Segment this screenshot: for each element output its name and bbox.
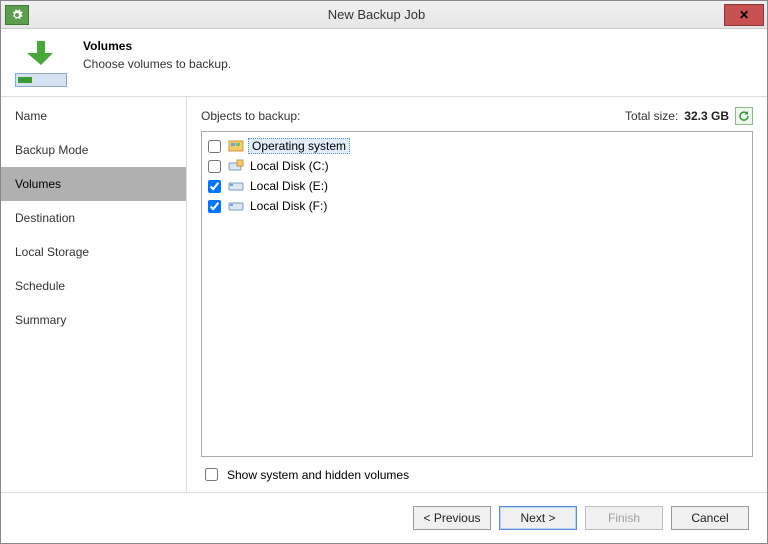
list-item[interactable]: Local Disk (E:)	[208, 176, 746, 196]
previous-button[interactable]: < Previous	[413, 506, 491, 530]
cancel-button[interactable]: Cancel	[671, 506, 749, 530]
disk-icon	[228, 198, 244, 214]
gear-icon[interactable]	[5, 5, 29, 25]
list-item[interactable]: Local Disk (C:)	[208, 156, 746, 176]
volume-label: Local Disk (C:)	[248, 159, 331, 173]
wizard-footer: < Previous Next > Finish Cancel	[1, 493, 767, 543]
total-size-value: 32.3 GB	[684, 109, 729, 123]
objects-label: Objects to backup:	[201, 109, 625, 123]
wizard-steps-sidebar: Name Backup Mode Volumes Destination Loc…	[1, 97, 187, 492]
sidebar-item-local-storage[interactable]: Local Storage	[1, 235, 186, 269]
volumes-list[interactable]: Operating system Local Disk (C:) Local D…	[201, 131, 753, 457]
volume-checkbox[interactable]	[208, 160, 221, 173]
volume-checkbox[interactable]	[208, 180, 221, 193]
window-title: New Backup Job	[29, 7, 724, 22]
disk-icon	[228, 178, 244, 194]
volume-label: Local Disk (E:)	[248, 179, 330, 193]
main-panel: Objects to backup: Total size: 32.3 GB O…	[187, 97, 767, 492]
volume-checkbox[interactable]	[208, 140, 221, 153]
total-size-label: Total size:	[625, 109, 678, 123]
next-button[interactable]: Next >	[499, 506, 577, 530]
wizard-header: Volumes Choose volumes to backup.	[1, 29, 767, 97]
show-hidden-checkbox[interactable]	[205, 468, 218, 481]
close-icon[interactable]: ✕	[724, 4, 764, 26]
sidebar-item-summary[interactable]: Summary	[1, 303, 186, 337]
finish-button: Finish	[585, 506, 663, 530]
os-icon	[228, 138, 244, 154]
sidebar-item-name[interactable]: Name	[1, 99, 186, 133]
sidebar-item-volumes[interactable]: Volumes	[1, 167, 186, 201]
sidebar-item-destination[interactable]: Destination	[1, 201, 186, 235]
sidebar-item-schedule[interactable]: Schedule	[1, 269, 186, 303]
header-icon	[13, 39, 69, 87]
page-subtitle: Choose volumes to backup.	[83, 57, 231, 71]
arrow-down-icon	[23, 39, 59, 67]
progress-icon	[15, 73, 67, 87]
sidebar-item-backup-mode[interactable]: Backup Mode	[1, 133, 186, 167]
volume-label: Local Disk (F:)	[248, 199, 329, 213]
list-item[interactable]: Local Disk (F:)	[208, 196, 746, 216]
refresh-icon[interactable]	[735, 107, 753, 125]
list-item[interactable]: Operating system	[208, 136, 746, 156]
volume-label: Operating system	[248, 138, 350, 154]
page-title: Volumes	[83, 39, 231, 53]
volume-checkbox[interactable]	[208, 200, 221, 213]
titlebar: New Backup Job ✕	[1, 1, 767, 29]
disk-icon	[228, 158, 244, 174]
show-hidden-label: Show system and hidden volumes	[227, 468, 409, 482]
